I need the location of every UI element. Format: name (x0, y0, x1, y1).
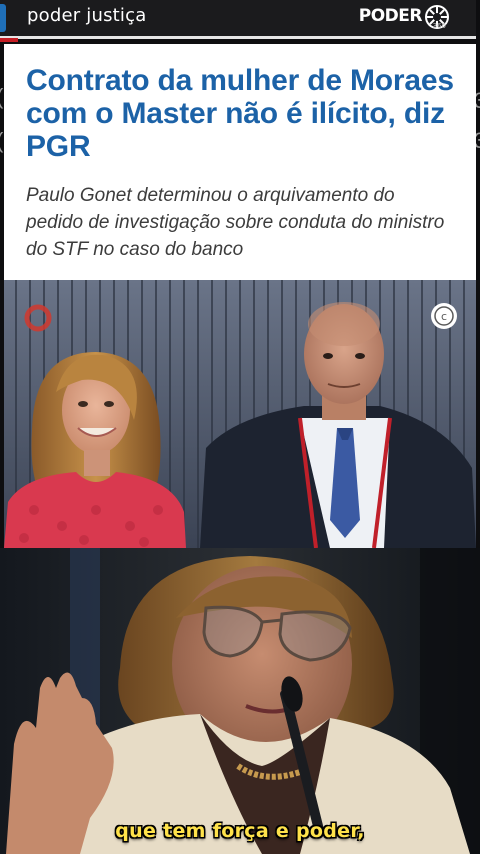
article-headline[interactable]: Contrato da mulher de Moraes com o Maste… (26, 64, 462, 163)
background-text-fragment: ( (0, 84, 3, 110)
video-caption: que tem força e poder, (115, 820, 365, 842)
screen: poder justiça PODER 360 ( ( (0, 0, 480, 854)
article-subhead: Paulo Gonet determinou o arquivamento do… (26, 185, 445, 260)
svg-text:c: c (441, 310, 447, 323)
video-player[interactable] (0, 548, 480, 854)
article-photo: c (4, 280, 476, 548)
article-card[interactable]: Contrato da mulher de Moraes com o Maste… (4, 44, 476, 280)
logo-text: PODER (358, 6, 423, 26)
header-edge-marker (0, 4, 6, 32)
site-header-bar: poder justiça PODER 360 (0, 0, 476, 39)
logo-subtext: 360 (432, 22, 446, 30)
section-title[interactable]: poder justiça (27, 5, 146, 26)
section-accent-line (0, 38, 18, 42)
copyright-icon: c (431, 303, 457, 329)
background-text-fragment: ( (0, 128, 3, 154)
